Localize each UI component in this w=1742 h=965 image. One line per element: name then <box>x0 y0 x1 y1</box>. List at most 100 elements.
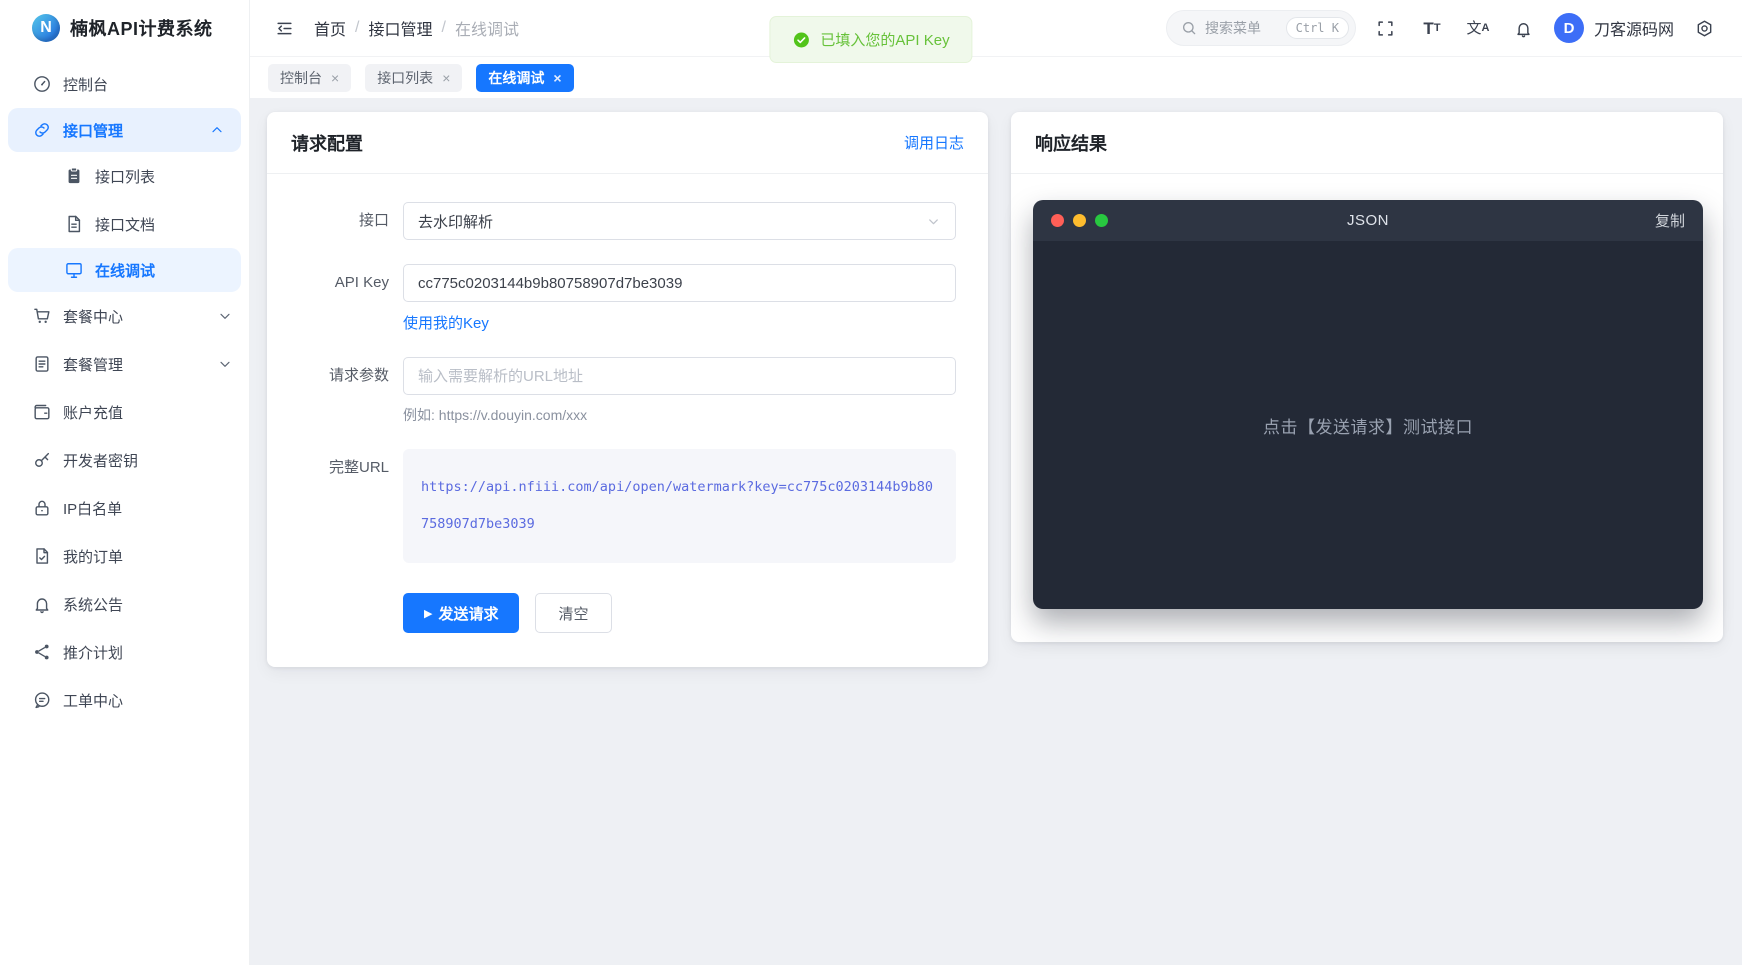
api-key-input[interactable] <box>403 264 956 302</box>
sidebar-item-dashboard[interactable]: 控制台 <box>0 60 249 108</box>
tab-控制台[interactable]: 控制台 × <box>268 64 351 92</box>
sidebar-item-online-debug[interactable]: 在线调试 <box>8 248 241 292</box>
toast-message: 已填入您的API Key <box>820 29 949 50</box>
user-name[interactable]: 刀客源码网 <box>1594 16 1674 40</box>
sidebar-item-plan-manage[interactable]: 套餐管理 <box>0 340 249 388</box>
key-icon <box>32 450 52 470</box>
ticket-icon <box>32 690 52 710</box>
sidebar-item-label: 控制台 <box>63 74 233 95</box>
menu-fold-icon[interactable] <box>268 12 300 44</box>
tab-label: 在线调试 <box>488 68 544 88</box>
sidebar-item-label: 接口管理 <box>63 120 209 141</box>
notification-bell-icon[interactable] <box>1508 12 1540 44</box>
request-param-input[interactable] <box>403 357 956 395</box>
sidebar-item-label: 接口文档 <box>95 214 233 235</box>
search-shortcut-badge: Ctrl K <box>1286 17 1349 39</box>
share-icon <box>32 642 52 662</box>
sidebar-item-label: 套餐管理 <box>63 354 217 375</box>
api-select[interactable]: 去水印解析 <box>403 202 956 240</box>
sidebar-item-api-list[interactable]: 接口列表 <box>0 152 249 200</box>
fullscreen-icon[interactable] <box>1370 12 1402 44</box>
breadcrumb-separator: / <box>355 19 359 37</box>
terminal-body: 点击【发送请求】测试接口 <box>1033 241 1703 609</box>
breadcrumb-item[interactable]: 首页 <box>314 16 346 40</box>
sidebar-item-label: 接口列表 <box>95 166 233 187</box>
tab-接口列表[interactable]: 接口列表 × <box>365 64 462 92</box>
main-area: 首页 / 接口管理 / 在线调试 搜索菜单 Ctrl K TT 文A D 刀客源码网 <box>250 0 1742 965</box>
sidebar-item-label: 我的订单 <box>63 546 233 567</box>
sidebar-item-api-doc[interactable]: 接口文档 <box>0 200 249 248</box>
sidebar-item-label: 系统公告 <box>63 594 233 615</box>
call-log-link[interactable]: 调用日志 <box>904 132 964 153</box>
terminal-placeholder: 点击【发送请求】测试接口 <box>1263 413 1473 438</box>
request-card-header: 请求配置 调用日志 <box>267 112 988 174</box>
breadcrumb-item[interactable]: 接口管理 <box>368 16 432 40</box>
sidebar-item-recharge[interactable]: 账户充值 <box>0 388 249 436</box>
api-select-label: 接口 <box>285 202 389 240</box>
clipboard-icon <box>64 166 84 186</box>
cart-icon <box>32 306 52 326</box>
send-request-button[interactable]: ▶ 发送请求 <box>403 593 519 633</box>
request-form: 接口 去水印解析 API Key <box>267 174 988 667</box>
sidebar-item-api-manage[interactable]: 接口管理 <box>8 108 241 152</box>
app-logo-row: N 楠枫API计费系统 <box>0 0 249 56</box>
api-select-value: 去水印解析 <box>418 211 493 232</box>
sidebar-item-referral[interactable]: 推介计划 <box>0 628 249 676</box>
sidebar-item-dev-key[interactable]: 开发者密钥 <box>0 436 249 484</box>
close-icon[interactable]: × <box>553 71 561 85</box>
api-key-label: API Key <box>285 264 389 302</box>
tab-label: 控制台 <box>280 68 322 88</box>
font-size-icon[interactable]: TT <box>1416 12 1448 44</box>
response-body: JSON 复制 点击【发送请求】测试接口 <box>1011 174 1723 635</box>
document-icon <box>64 214 84 234</box>
full-url-label: 完整URL <box>285 449 389 563</box>
wallet-icon <box>32 402 52 422</box>
tab-在线调试[interactable]: 在线调试 × <box>476 64 573 92</box>
sidebar-item-tickets[interactable]: 工单中心 <box>0 676 249 724</box>
sidebar-item-my-orders[interactable]: 我的订单 <box>0 532 249 580</box>
file-icon <box>32 354 52 374</box>
use-my-key-link[interactable]: 使用我的Key <box>403 315 489 332</box>
response-card-header: 响应结果 <box>1011 112 1723 174</box>
sidebar-item-plan-center[interactable]: 套餐中心 <box>0 292 249 340</box>
chevron-down-icon <box>926 214 941 229</box>
avatar[interactable]: D <box>1554 13 1584 43</box>
content: 请求配置 调用日志 接口 去水印解析 <box>250 98 1742 965</box>
settings-gear-icon[interactable] <box>1688 12 1720 44</box>
close-icon[interactable]: × <box>331 71 339 85</box>
response-terminal: JSON 复制 点击【发送请求】测试接口 <box>1033 200 1703 609</box>
topbar-right: 搜索菜单 Ctrl K TT 文A D 刀客源码网 <box>1166 10 1720 46</box>
breadcrumb-separator: / <box>441 19 445 37</box>
sidebar-item-label: IP白名单 <box>63 498 233 519</box>
close-icon[interactable]: × <box>442 71 450 85</box>
chevron-down-icon <box>217 308 233 324</box>
breadcrumb-item: 在线调试 <box>455 16 519 40</box>
form-actions: ▶ 发送请求 清空 <box>403 593 956 633</box>
sidebar-item-ip-whitelist[interactable]: IP白名单 <box>0 484 249 532</box>
sidebar-item-label: 开发者密钥 <box>63 450 233 471</box>
sidebar-item-announcements[interactable]: 系统公告 <box>0 580 249 628</box>
app-logo-icon: N <box>32 14 60 42</box>
full-url-row: 完整URL https://api.nfiii.com/api/open/wat… <box>285 449 956 563</box>
use-my-key-row: 使用我的Key <box>403 312 956 333</box>
monitor-icon <box>64 260 84 280</box>
tab-bar: 控制台 × 接口列表 × 在线调试 × <box>250 56 1742 98</box>
clear-button[interactable]: 清空 <box>535 593 611 633</box>
search-input[interactable]: 搜索菜单 Ctrl K <box>1166 10 1356 46</box>
api-key-row: API Key <box>285 264 956 302</box>
response-result-card: 响应结果 JSON 复制 <box>1011 112 1723 642</box>
topbar: 首页 / 接口管理 / 在线调试 搜索菜单 Ctrl K TT 文A D 刀客源码网 <box>250 0 1742 56</box>
translate-icon[interactable]: 文A <box>1462 12 1494 44</box>
sidebar-item-label: 账户充值 <box>63 402 233 423</box>
request-param-row: 请求参数 <box>285 357 956 395</box>
sidebar-item-label: 在线调试 <box>95 260 225 281</box>
terminal-format-label: JSON <box>1033 212 1703 229</box>
request-param-label: 请求参数 <box>285 357 389 395</box>
tab-label: 接口列表 <box>377 68 433 88</box>
response-card-title: 响应结果 <box>1035 130 1107 156</box>
lock-icon <box>32 498 52 518</box>
search-icon <box>1181 20 1197 36</box>
sidebar-item-label: 套餐中心 <box>63 306 217 327</box>
copy-button[interactable]: 复制 <box>1655 210 1685 231</box>
terminal-header: JSON 复制 <box>1033 200 1703 241</box>
